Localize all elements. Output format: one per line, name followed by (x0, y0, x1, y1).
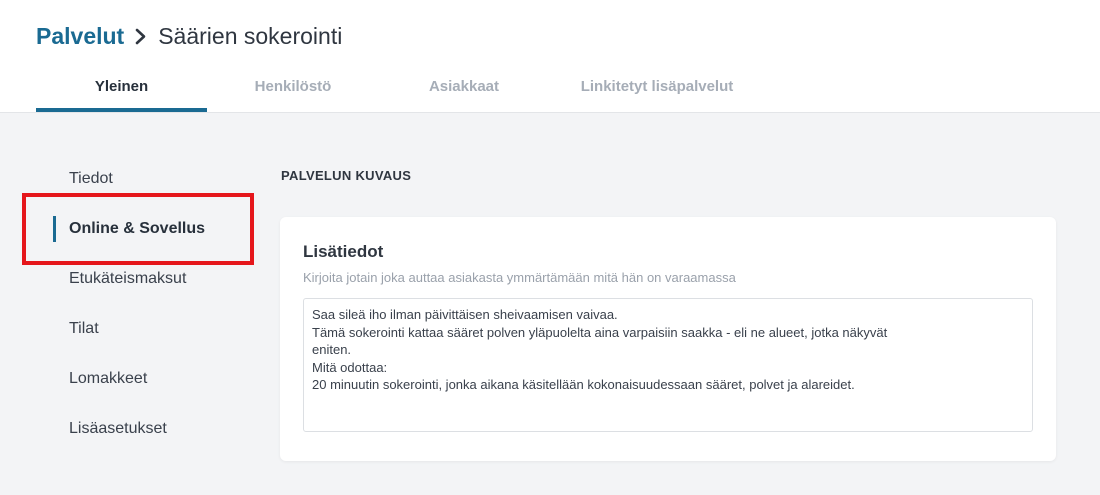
page-header: Palvelut Säärien sokerointi Yleinen Henk… (0, 0, 1100, 113)
lisatiedot-textarea[interactable]: Saa sileä iho ilman päivittäisen sheivaa… (303, 298, 1033, 432)
card-title: Lisätiedot (303, 242, 384, 261)
section-title: PALVELUN KUVAUS (281, 168, 412, 183)
sidebar-item-tilat[interactable]: Tilat (69, 319, 99, 339)
breadcrumb-link-palvelut[interactable]: Palvelut (36, 21, 124, 51)
breadcrumb: Palvelut Säärien sokerointi (36, 21, 342, 51)
sidebar-item-tiedot[interactable]: Tiedot (69, 169, 113, 189)
textarea-line: Mitä odottaa: (312, 359, 388, 375)
card-subtitle: Kirjoita jotain joka auttaa asiakasta ym… (303, 270, 736, 285)
tab-yleinen[interactable]: Yleinen (36, 78, 207, 112)
sidebar-item-lomakkeet[interactable]: Lomakkeet (69, 369, 147, 389)
lisatiedot-card: Lisätiedot Kirjoita jotain joka auttaa a… (280, 217, 1056, 461)
textarea-line: Saa sileä iho ilman päivittäisen sheivaa… (312, 307, 618, 322)
tab-asiakkaat[interactable]: Asiakkaat (393, 78, 535, 112)
page-title: Säärien sokerointi (158, 23, 343, 49)
sidebar-item-etukateismaksut[interactable]: Etukäteismaksut (69, 269, 186, 289)
tab-linkitetyt-lisapalvelut[interactable]: Linkitetyt lisäpalvelut (548, 78, 766, 112)
active-tab-indicator (36, 108, 207, 112)
textarea-line: Tämä sokerointi kattaa sääret polven ylä… (312, 324, 888, 340)
textarea-line: eniten. (312, 342, 352, 357)
highlight-annotation-box (22, 193, 254, 265)
tab-henkilosto[interactable]: Henkilöstö (222, 78, 364, 112)
sidebar-item-lisaasetukset[interactable]: Lisäasetukset (69, 419, 167, 439)
chevron-right-icon (130, 21, 154, 51)
textarea-line: 20 minuutin sokerointi, jonka aikana käs… (312, 377, 855, 392)
